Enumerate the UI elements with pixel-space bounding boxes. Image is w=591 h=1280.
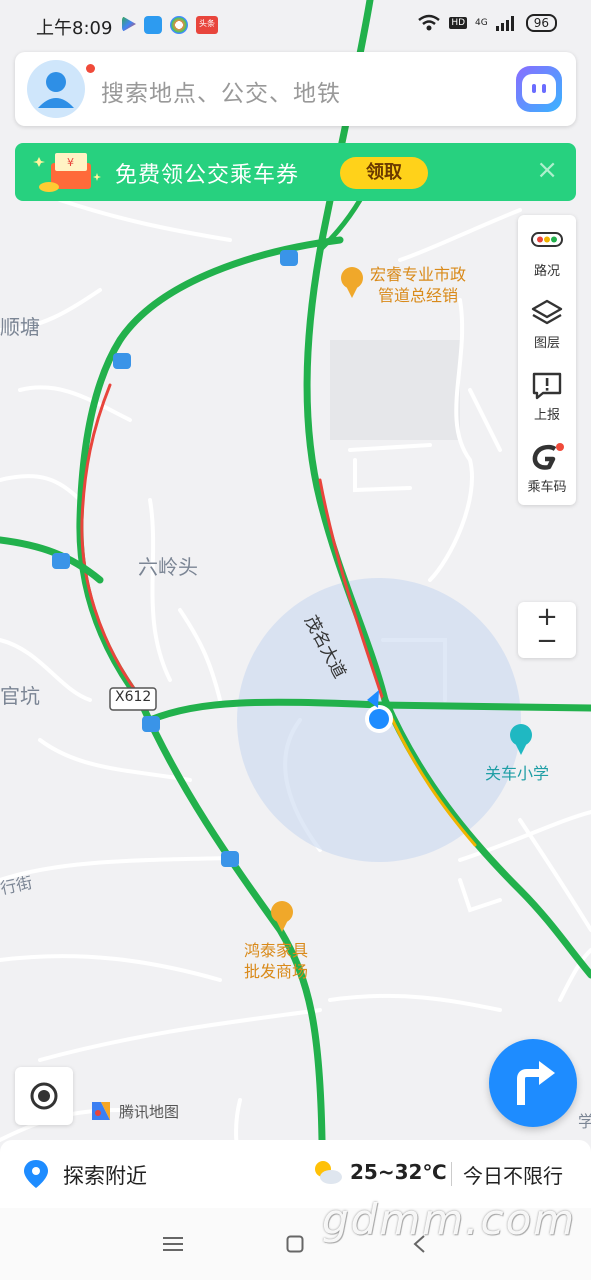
report-icon [532, 372, 562, 400]
map-label-shuntang: 顺塘 [0, 315, 40, 339]
search-input[interactable]: 搜索地点、公交、地铁 [101, 74, 341, 108]
browser-icon [170, 16, 188, 34]
zoom-out-button[interactable]: − [518, 628, 576, 654]
claim-button[interactable]: 领取 [340, 157, 428, 189]
hd-icon: HD [449, 17, 468, 29]
weather-info[interactable]: 25~32℃ [310, 1158, 447, 1186]
assistant-button[interactable] [516, 66, 562, 112]
divider [451, 1162, 452, 1186]
poi-hongtai-line1: 鸿泰家具 [244, 941, 309, 960]
traffic-button[interactable]: 路况 [518, 215, 576, 287]
attribution-text: 腾讯地图 [119, 1102, 180, 1121]
map-label-guankeng: 官坑 [0, 684, 40, 708]
coupon-gift-icon: ¥ [33, 153, 101, 192]
home-icon[interactable] [286, 1235, 304, 1253]
layers-icon [531, 299, 563, 325]
temperature-range: 25~32℃ [350, 1160, 447, 1184]
map-label-x612: X612 [115, 689, 152, 705]
report-button[interactable]: 上报 [518, 359, 576, 431]
map-label-xue: 学 [578, 1112, 591, 1131]
poi-hongtai-line2: 批发商场 [244, 962, 309, 981]
promo-banner[interactable]: ¥ 免费领公交乘车券 领取 × [15, 143, 576, 201]
notification-dot [86, 64, 95, 73]
wifi-icon [418, 14, 441, 31]
search-bar[interactable]: 搜索地点、公交、地铁 [15, 52, 576, 126]
layers-label: 图层 [533, 336, 560, 351]
signal-icon [495, 16, 514, 31]
promo-text: 免费领公交乘车券 [115, 163, 300, 188]
map-tools-panel: 路况 图层 上报 乘车码 [518, 215, 576, 505]
menu-icon[interactable] [163, 1236, 183, 1252]
status-time: 上午8:09 [36, 18, 113, 39]
layers-button[interactable]: 图层 [518, 287, 576, 359]
poi-hongrui-line2: 管道总经销 [378, 286, 459, 305]
traffic-label: 路况 [533, 264, 560, 279]
partly-cloudy-icon [315, 1161, 342, 1184]
notification-icons: 头条 [122, 16, 218, 34]
locate-button[interactable] [15, 1067, 73, 1125]
turn-right-icon [517, 1061, 555, 1105]
poi-hongtai[interactable]: 鸿泰家具 批发商场 [244, 940, 308, 982]
app-icon [144, 16, 162, 34]
battery-indicator: 96 [525, 14, 557, 32]
play-store-icon [122, 16, 136, 32]
close-icon[interactable]: × [536, 156, 558, 184]
zoom-control[interactable]: + − [518, 602, 576, 658]
poi-guanche-school[interactable]: 关车小学 [485, 760, 549, 784]
poi-hongrui[interactable]: 宏睿专业市政 管道总经销 [370, 264, 466, 306]
network-type: 4G [475, 18, 488, 28]
traffic-restriction[interactable]: 今日不限行 [463, 1160, 563, 1189]
tencent-map-logo-icon [92, 1102, 110, 1120]
ride-code-button[interactable]: 乘车码 [518, 431, 576, 503]
svg-text:¥: ¥ [67, 156, 74, 169]
assistant-icon [522, 74, 556, 104]
report-label: 上报 [533, 408, 560, 423]
ride-code-label: 乘车码 [527, 480, 567, 495]
map-label-liulingtou: 六岭头 [138, 555, 198, 579]
status-bar: 上午8:09 头条 HD 4G 96 [0, 0, 591, 50]
map-attribution: 腾讯地图 [89, 1099, 179, 1123]
ride-code-icon [532, 443, 564, 470]
user-icon [38, 72, 74, 108]
location-pin-icon [24, 1160, 48, 1188]
explore-nearby[interactable]: 探索附近 [63, 1160, 147, 1190]
route-button[interactable] [489, 1039, 577, 1127]
traffic-icon [531, 232, 563, 247]
watermark-text: gdmm.com [322, 1195, 577, 1244]
locate-icon [30, 1082, 58, 1110]
toutiao-icon: 头条 [196, 16, 218, 34]
status-indicators: HD 4G 96 [417, 14, 557, 32]
poi-hongrui-line1: 宏睿专业市政 [370, 265, 467, 284]
avatar[interactable] [27, 60, 85, 118]
